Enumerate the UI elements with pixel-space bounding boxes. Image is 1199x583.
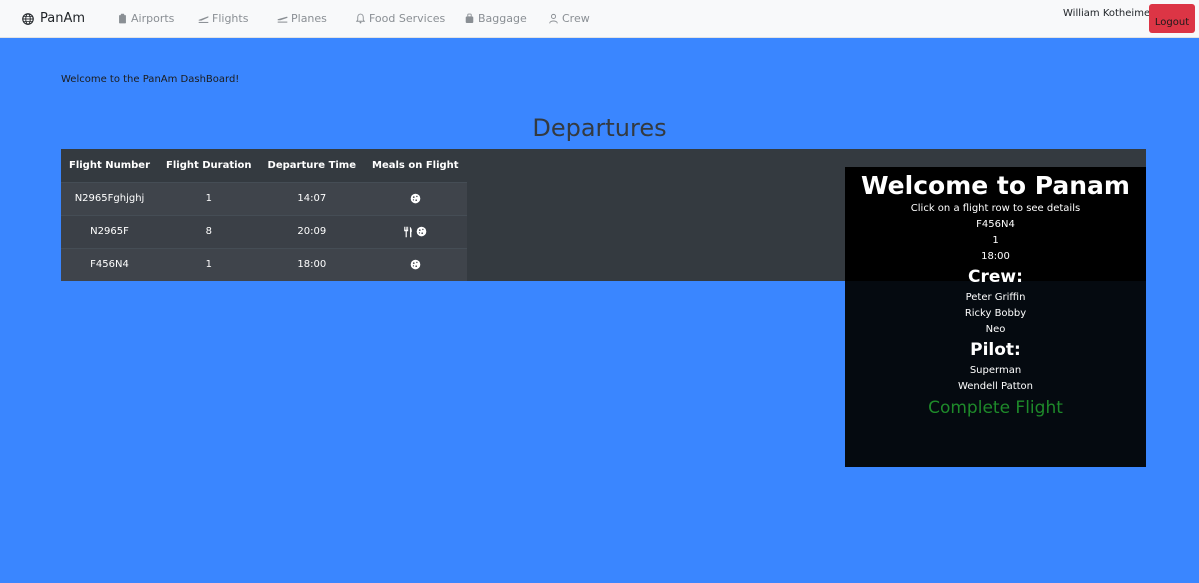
nav-label-baggage: Baggage — [478, 12, 527, 25]
cookie-icon — [410, 259, 421, 270]
cell-meals — [364, 247, 467, 281]
user-name: William Kotheimer — [1063, 8, 1155, 19]
pilot-member: Wendell Patton — [957, 381, 1034, 392]
nav-item-food-services[interactable]: Food Services — [355, 12, 445, 25]
cell-flight-number: N2965Fghjghj — [61, 181, 159, 215]
pilot-member: Superman — [969, 365, 1022, 376]
table-header-row: Flight Number Flight Duration Departure … — [61, 149, 467, 182]
nav-label-planes: Planes — [291, 12, 327, 25]
cell-departure: 14:07 — [259, 181, 365, 215]
detail-departure: 18:00 — [981, 251, 1010, 262]
globe-icon — [22, 12, 34, 25]
nav-item-airports[interactable]: Airports — [117, 12, 174, 25]
utensils-icon — [404, 226, 413, 237]
nav-item-flights[interactable]: Flights — [198, 12, 248, 25]
cell-duration: 1 — [158, 181, 260, 215]
brand-label: PanAm — [40, 11, 86, 26]
cell-flight-number: N2965F — [61, 214, 159, 248]
departures-table: Flight Number Flight Duration Departure … — [61, 149, 467, 281]
header-flight-number: Flight Number — [69, 159, 151, 171]
nav-label-crew: Crew — [562, 12, 590, 25]
brand-link[interactable]: PanAm — [22, 11, 85, 26]
nav-label-airports: Airports — [131, 12, 175, 25]
cell-duration: 8 — [158, 214, 260, 248]
header-flight-duration: Flight Duration — [166, 159, 252, 171]
detail-duration: 1 — [992, 235, 999, 246]
bell-icon — [355, 13, 366, 24]
navbar: PanAm Airports Flights Planes Food Servi… — [0, 0, 1199, 38]
flight-detail-panel: Welcome to Panam Click on a flight row t… — [845, 167, 1146, 467]
cell-meals — [364, 214, 467, 248]
header-meals-on-flight: Meals on Flight — [372, 159, 459, 171]
nav-label-flights: Flights — [212, 12, 249, 25]
panel-content: Welcome to Panam Click on a flight row t… — [845, 167, 1146, 420]
crew-member: Ricky Bobby — [964, 308, 1027, 319]
pilot-heading: Pilot: — [970, 340, 1021, 360]
header-departure-time: Departure Time — [267, 159, 357, 171]
detail-flight-number: F456N4 — [976, 219, 1015, 230]
nav-item-planes[interactable]: Planes — [277, 12, 327, 25]
plane-departure-icon — [198, 16, 209, 23]
person-icon — [549, 13, 558, 24]
cell-departure: 18:00 — [259, 247, 365, 281]
nav-label-food-services: Food Services — [369, 12, 446, 25]
crew-member: Peter Griffin — [965, 292, 1026, 303]
cookie-icon — [417, 226, 427, 237]
table-row[interactable]: N2965Fghjghj 1 14:07 — [61, 181, 467, 215]
cell-flight-number: F456N4 — [61, 247, 159, 281]
nav-item-baggage[interactable]: Baggage — [464, 12, 527, 25]
nav-item-crew[interactable]: Crew — [548, 12, 590, 25]
table-row[interactable]: F456N4 1 18:00 — [61, 247, 467, 281]
welcome-message: Welcome to the PanAm DashBoard! — [61, 74, 240, 85]
panel-heading: Welcome to Panam — [861, 171, 1130, 200]
page-title: Departures — [532, 114, 667, 142]
crew-heading: Crew: — [968, 267, 1023, 287]
table-row[interactable]: N2965F 8 20:09 — [61, 214, 467, 248]
plane-icon — [277, 16, 288, 23]
cookie-icon — [410, 193, 421, 204]
panel-instruction: Click on a flight row to see details — [910, 203, 1081, 214]
luggage-icon — [465, 13, 474, 23]
cell-departure: 20:09 — [259, 214, 365, 248]
cell-duration: 1 — [158, 247, 260, 281]
logout-button[interactable]: Logout — [1149, 4, 1195, 33]
complete-flight-button[interactable]: Complete Flight — [845, 396, 1146, 420]
clipboard-icon — [119, 13, 126, 24]
cell-meals — [364, 181, 467, 215]
crew-member: Neo — [985, 324, 1006, 335]
